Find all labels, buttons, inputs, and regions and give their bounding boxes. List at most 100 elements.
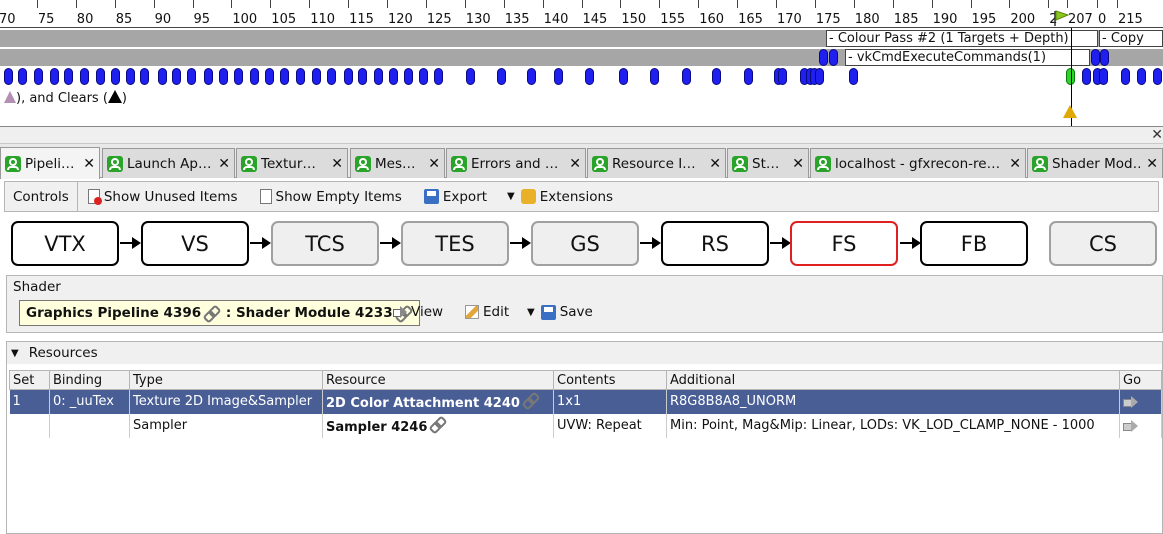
event-marker[interactable] <box>219 68 228 85</box>
event-marker[interactable] <box>296 68 305 85</box>
event-marker[interactable] <box>682 68 691 85</box>
tab-close-icon[interactable]: ✕ <box>83 156 95 172</box>
timeline-ruler[interactable]: 70 75 80 85 90 95 100 105 110 115 120 125 130 135 140 1… <box>0 0 1163 28</box>
timeline-panel[interactable]: 70 75 80 85 90 95 100 105 110 115 120 125 130 135 140 1… <box>0 0 1163 126</box>
event-marker[interactable] <box>404 68 413 85</box>
column-header-type[interactable]: Type <box>129 370 323 390</box>
event-marker[interactable] <box>18 68 27 85</box>
stage-fb[interactable]: FB <box>920 221 1028 266</box>
show-empty-items-toggle[interactable]: Show Empty Items <box>259 189 402 205</box>
cell-resource[interactable]: Sampler 4246 <box>322 413 554 438</box>
tab-close-icon[interactable]: ✕ <box>709 156 721 172</box>
event-marker[interactable] <box>172 68 181 85</box>
tab-close-icon[interactable]: ✕ <box>792 156 804 172</box>
shader-module-link[interactable]: Shader Module 4233 <box>236 305 393 321</box>
column-header-binding[interactable]: Binding <box>49 370 130 390</box>
pass-event-marker[interactable] <box>1100 49 1109 66</box>
event-marker[interactable] <box>96 68 105 85</box>
pass-event-marker[interactable] <box>829 49 838 66</box>
event-marker[interactable] <box>1082 68 1091 85</box>
dock-close-icon[interactable]: ✕ <box>1151 127 1163 143</box>
show-unused-items-toggle[interactable]: Show Unused Items <box>87 189 238 205</box>
tab-close-icon[interactable]: ✕ <box>428 156 440 172</box>
event-marker[interactable] <box>585 68 594 85</box>
event-marker[interactable] <box>126 68 135 85</box>
tab-close-icon[interactable]: ✕ <box>331 156 343 172</box>
column-header-contents[interactable]: Contents <box>553 370 667 390</box>
event-marker[interactable] <box>280 68 289 85</box>
resources-header[interactable]: ▼ Resources <box>7 342 1162 364</box>
tab-close-icon[interactable]: ✕ <box>1009 156 1021 172</box>
dock-separator[interactable]: ✕ <box>0 126 1163 144</box>
event-marker[interactable] <box>434 68 443 85</box>
table-row[interactable]: 1 0: _uuTex Texture 2D Image&Sampler 2D … <box>9 389 1162 414</box>
event-marker[interactable] <box>158 68 167 85</box>
event-marker[interactable] <box>4 68 13 85</box>
event-marker[interactable] <box>50 68 59 85</box>
event-marker[interactable] <box>712 68 721 85</box>
event-marker[interactable] <box>744 68 753 85</box>
tab-texture-viewer[interactable]: Textur… ✕ <box>236 148 348 178</box>
tab-remote-host[interactable]: localhost - gfxrecon-re… ✕ <box>810 148 1026 178</box>
table-row[interactable]: Sampler Sampler 4246 UVW: Repeat Min: Po… <box>9 413 1162 438</box>
event-marker[interactable] <box>265 68 274 85</box>
pass-event-marker[interactable] <box>1091 49 1100 66</box>
cell-go[interactable] <box>1119 413 1162 438</box>
stage-cs[interactable]: CS <box>1049 221 1157 266</box>
event-marker[interactable] <box>250 68 259 85</box>
stage-vtx[interactable]: VTX <box>11 221 119 266</box>
go-arrow-icon[interactable] <box>1123 395 1139 408</box>
event-marker[interactable] <box>204 68 213 85</box>
column-header-set[interactable]: Set <box>9 370 50 390</box>
tab-errors-and-warnings[interactable]: Errors and … ✕ <box>446 148 586 178</box>
collapse-caret-icon[interactable]: ▼ <box>11 348 19 359</box>
event-marker[interactable] <box>140 68 149 85</box>
pass-event-marker[interactable] <box>819 49 828 66</box>
stage-rs[interactable]: RS <box>661 221 769 266</box>
link-icon[interactable] <box>523 393 537 407</box>
save-shader-button[interactable]: ▼ Save <box>527 304 593 320</box>
event-marker[interactable] <box>1099 68 1108 85</box>
link-icon[interactable] <box>430 417 444 431</box>
event-marker[interactable] <box>849 68 858 85</box>
link-icon[interactable] <box>204 306 218 320</box>
event-marker[interactable] <box>1137 68 1146 85</box>
tab-resource-inspector[interactable]: Resource I… ✕ <box>587 148 726 178</box>
resource-link[interactable]: Sampler 4246 <box>326 420 427 435</box>
extensions-button[interactable]: ▼ Extensions <box>507 189 613 205</box>
event-marker[interactable] <box>1153 68 1162 85</box>
flag-icon[interactable] <box>1053 10 1070 26</box>
go-arrow-icon[interactable] <box>1123 419 1139 432</box>
export-button[interactable]: Export <box>423 189 487 205</box>
event-marker[interactable] <box>778 68 787 85</box>
event-marker[interactable] <box>80 68 89 85</box>
event-marker[interactable] <box>419 68 428 85</box>
pipeline-link[interactable]: Graphics Pipeline 4396 <box>26 305 201 321</box>
copy-pass-segment[interactable]: - Copy <box>1099 30 1163 47</box>
event-marker[interactable] <box>389 68 398 85</box>
event-marker[interactable] <box>312 68 321 85</box>
event-marker[interactable] <box>650 68 659 85</box>
event-marker[interactable] <box>111 68 120 85</box>
stage-tes[interactable]: TES <box>401 221 509 266</box>
stage-gs[interactable]: GS <box>531 221 639 266</box>
tab-launch-application[interactable]: Launch Ap… ✕ <box>102 148 235 178</box>
stage-fs[interactable]: FS <box>790 221 898 266</box>
event-marker[interactable] <box>527 68 536 85</box>
tab-mesh-viewer[interactable]: Mes… ✕ <box>350 148 445 178</box>
event-marker[interactable] <box>815 68 824 85</box>
tab-shader-module[interactable]: Shader Mod… ✕ <box>1027 148 1163 178</box>
column-header-go[interactable]: Go <box>1119 370 1162 390</box>
event-marker[interactable] <box>554 68 563 85</box>
cell-go[interactable] <box>1119 389 1162 414</box>
event-marker[interactable] <box>497 68 506 85</box>
stage-tcs[interactable]: TCS <box>271 221 379 266</box>
edit-shader-button[interactable]: Edit <box>465 304 509 320</box>
event-marker[interactable] <box>327 68 336 85</box>
event-marker[interactable] <box>64 68 73 85</box>
column-header-additional[interactable]: Additional <box>666 370 1120 390</box>
event-marker[interactable] <box>619 68 628 85</box>
tab-statistics[interactable]: St… ✕ <box>727 148 809 178</box>
execute-commands-segment[interactable]: - vkCmdExecuteCommands(1) <box>845 49 1090 66</box>
colour-pass-segment[interactable]: - Colour Pass #2 (1 Targets + Depth) <box>826 30 1098 47</box>
